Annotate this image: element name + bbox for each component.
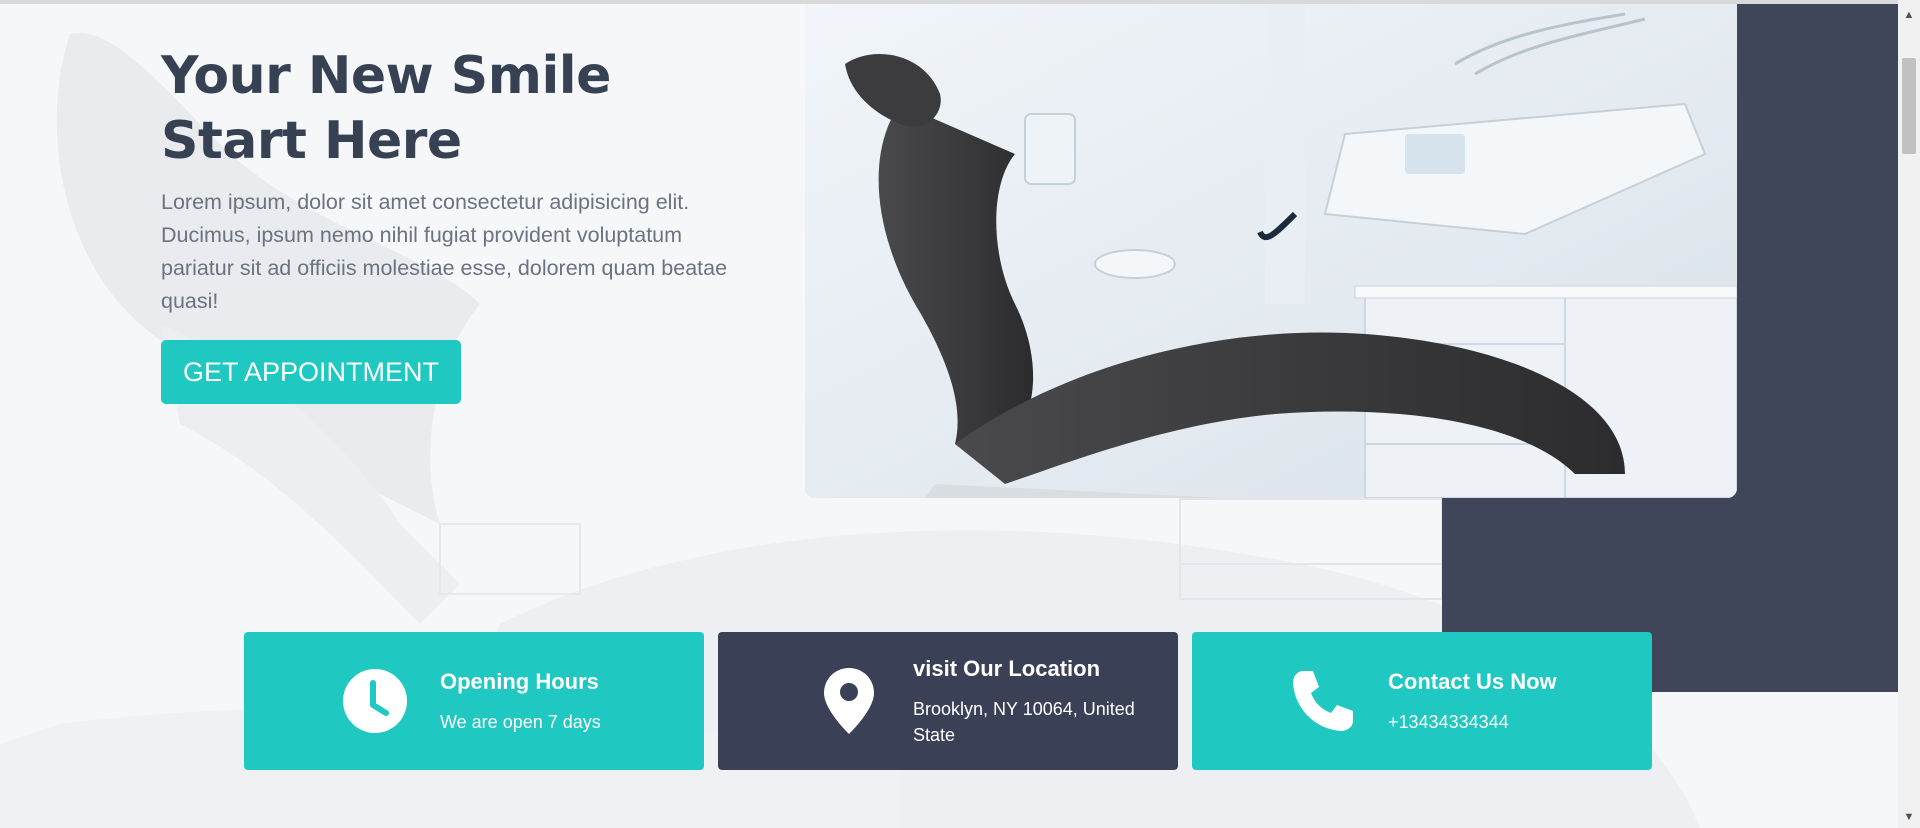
vertical-scrollbar[interactable]: ▲ ▼ — [1898, 0, 1920, 828]
hero-section: Your New Smile Start Here Lorem ipsum, d… — [161, 44, 761, 404]
card-text: Brooklyn, NY 10064, United State — [913, 699, 1135, 745]
card-title: Opening Hours — [440, 669, 599, 694]
scroll-up-arrow-icon[interactable]: ▲ — [1898, 4, 1920, 26]
page-viewport: Your New Smile Start Here Lorem ipsum, d… — [0, 4, 1898, 828]
info-cards: Opening Hours We are open 7 days visit O… — [244, 632, 1652, 770]
scrollbar-thumb[interactable] — [1902, 58, 1916, 154]
hero-title-line1: Your New Smile — [161, 46, 611, 106]
phone-icon — [1288, 666, 1358, 736]
location-pin-icon — [814, 666, 883, 736]
location-card: visit Our Location Brooklyn, NY 10064, U… — [718, 632, 1178, 770]
card-title: visit Our Location — [913, 656, 1101, 681]
hero-description: Lorem ipsum, dolor sit amet consectetur … — [161, 190, 728, 313]
card-text: We are open 7 days — [440, 712, 601, 732]
hero-title-line2: Start Here — [161, 111, 462, 171]
card-text: +13434334344 — [1388, 712, 1509, 732]
clock-icon — [340, 666, 410, 736]
card-title: Contact Us Now — [1388, 669, 1557, 694]
get-appointment-button[interactable]: GET APPOINTMENT — [161, 340, 462, 404]
dental-chair-photo — [805, 4, 1737, 498]
contact-card: Contact Us Now +13434334344 — [1192, 632, 1652, 770]
hero-title: Your New Smile Start Here — [161, 44, 761, 174]
opening-hours-card: Opening Hours We are open 7 days — [244, 632, 704, 770]
scroll-down-arrow-icon[interactable]: ▼ — [1898, 806, 1920, 828]
